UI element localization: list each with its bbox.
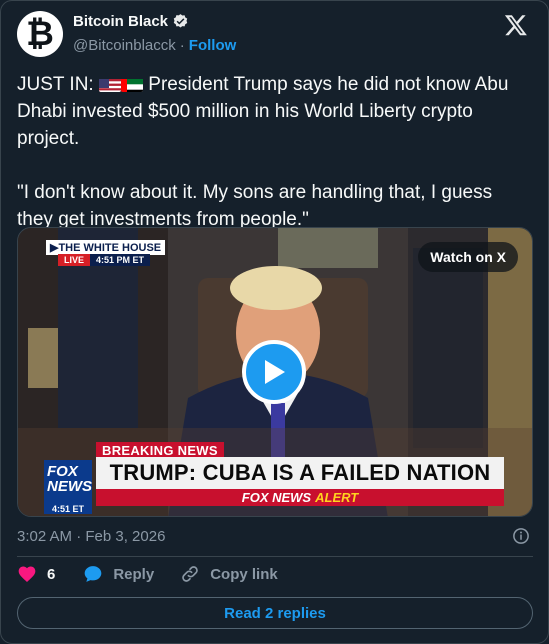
like-count: 6 (47, 565, 56, 583)
follow-button[interactable]: Follow (189, 37, 237, 54)
action-bar: 6 Reply Copy link (17, 564, 278, 584)
play-icon (265, 360, 285, 384)
avatar[interactable]: ₿ (17, 11, 63, 57)
live-time: 4:51 PM ET (90, 254, 151, 266)
network-logo: FOX NEWS (44, 460, 92, 504)
copy-link-button[interactable]: Copy link (180, 564, 278, 584)
read-replies-button[interactable]: Read 2 replies (17, 597, 533, 629)
reply-label: Reply (113, 565, 155, 583)
handle-separator: · (179, 37, 185, 54)
news-alert-bar: FOX NEWS ALERT (96, 489, 504, 506)
bitcoin-logo-icon: ₿ (26, 14, 54, 54)
alert-brand: FOX NEWS (241, 490, 312, 505)
link-icon (182, 566, 198, 582)
divider (17, 556, 533, 557)
author-name-row: Bitcoin Black (73, 13, 189, 30)
tweet-prefix: JUST IN: (17, 74, 99, 95)
us-flag-icon (99, 76, 121, 92)
tweet-card: ₿ Bitcoin Black @Bitcoinblacck · Follow … (0, 0, 549, 644)
network-time: 4:51 ET (44, 504, 92, 514)
alert-word: ALERT (315, 490, 359, 505)
verified-badge-icon (173, 14, 188, 28)
live-indicator: LIVE 4:51 PM ET (58, 254, 151, 266)
heart-icon (18, 566, 36, 582)
tweet-text: JUST IN: President Trump says he did not… (17, 71, 533, 233)
like-button[interactable]: 6 (17, 564, 55, 584)
author-display-name[interactable]: Bitcoin Black (73, 13, 168, 30)
tweet-quote: "I don't know about it. My sons are hand… (17, 182, 498, 230)
x-logo-icon[interactable] (504, 13, 528, 37)
reply-bubble-icon (85, 566, 102, 582)
live-label: LIVE (58, 254, 91, 266)
news-headline: TRUMP: CUBA IS A FAILED NATION (96, 457, 504, 489)
author-handle-row: @Bitcoinblacck · Follow (73, 37, 236, 54)
watch-on-x-button[interactable]: Watch on X (418, 242, 518, 272)
broadcast-location-label: ▶THE WHITE HOUSE (46, 240, 166, 255)
uae-flag-icon (121, 76, 143, 92)
tweet-timestamp[interactable]: 3:02 AM · Feb 3, 2026 (17, 528, 165, 545)
reply-button[interactable]: Reply (83, 564, 154, 584)
video-player[interactable]: ▶THE WHITE HOUSE LIVE 4:51 PM ET Watch o… (17, 227, 533, 517)
author-handle[interactable]: @Bitcoinblacck (73, 37, 176, 54)
info-icon[interactable] (512, 527, 530, 545)
play-button[interactable] (242, 340, 306, 404)
copy-link-label: Copy link (210, 565, 278, 583)
